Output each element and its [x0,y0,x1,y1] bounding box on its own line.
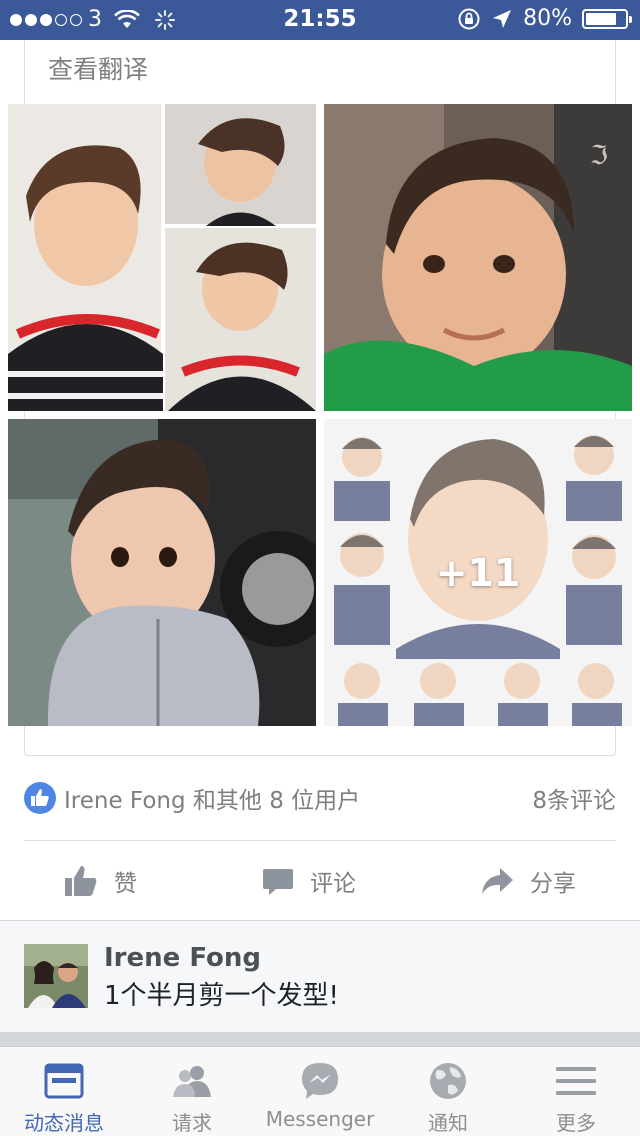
comment-button[interactable]: 评论 [262,856,356,906]
tab-more[interactable]: 更多 [512,1047,640,1136]
post-photo-2[interactable]: ℑ [324,104,632,411]
more-photos-overlay[interactable]: +11 [324,419,632,726]
like-label: 赞 [114,871,137,897]
share-arrow-icon [482,868,513,894]
post-photo-1[interactable] [8,104,316,411]
divider [24,840,616,841]
tab-label: 请求 [172,1111,212,1135]
post-photo-4[interactable]: +11 [324,419,632,726]
avatar[interactable] [24,944,88,1008]
tab-label: 更多 [556,1111,596,1135]
battery-icon [582,8,632,29]
tab-label: 通知 [428,1111,468,1135]
tab-messenger[interactable]: Messenger [256,1047,384,1136]
svg-text:ℑ: ℑ [590,141,608,171]
tab-bar: 动态消息 请求 Messenger 通知 更多 [0,1046,640,1136]
post-photo-3[interactable] [8,419,316,726]
tab-friend-requests[interactable]: 请求 [128,1047,256,1136]
share-button[interactable]: 分享 [480,856,576,906]
comment-preview[interactable]: Irene Fong 1个半月剪一个发型! [0,921,640,1032]
battery-percent: 80% [523,6,572,31]
post-action-bar: 赞 评论 分享 [0,856,640,906]
share-label: 分享 [530,871,576,897]
friend-requests-icon [173,1066,211,1097]
status-bar: 3 21:55 80% [0,0,640,40]
tab-label: Messenger [265,1107,375,1131]
comment-bubble-icon [263,869,293,895]
news-feed-icon [44,1063,84,1099]
location-arrow-icon [493,9,512,28]
menu-icon [556,1067,596,1095]
comment-author-name[interactable]: Irene Fong [104,943,261,973]
tab-news-feed[interactable]: 动态消息 [0,1047,128,1136]
thumbs-up-icon [65,866,97,896]
see-translation-link[interactable]: 查看翻译 [48,50,148,86]
tab-label: 动态消息 [24,1111,104,1135]
reaction-summary[interactable]: Irene Fong 和其他 8 位用户 8条评论 [24,780,616,816]
like-button[interactable]: 赞 [64,856,137,906]
reaction-summary-text: Irene Fong 和其他 8 位用户 [64,788,361,814]
comment-count[interactable]: 8条评论 [532,781,616,815]
globe-notifications-icon [430,1063,466,1099]
like-badge-icon [24,782,56,814]
comment-text: 1个半月剪一个发型! [104,981,339,1011]
tab-notifications[interactable]: 通知 [384,1047,512,1136]
feed-separator [0,1032,640,1046]
messenger-icon [302,1063,338,1099]
rotation-lock-icon [458,8,480,29]
comment-label: 评论 [310,871,356,897]
